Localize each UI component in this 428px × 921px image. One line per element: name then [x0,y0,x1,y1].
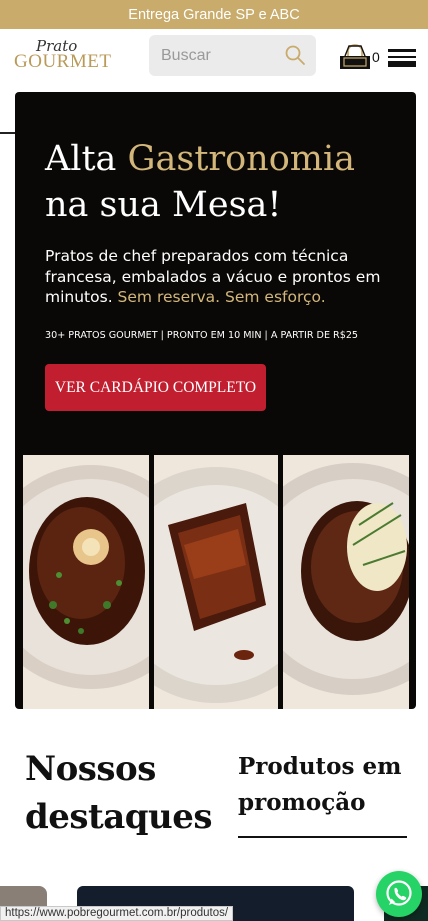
menu-icon[interactable] [388,47,416,69]
announcement-text: Entrega Grande SP e ABC [128,6,300,23]
hero-title-part2: na sua Mesa! [45,185,282,225]
view-menu-button[interactable]: VER CARDÁPIO COMPLETO [45,364,266,411]
hero-title-part1: Alta [45,139,128,179]
search-input[interactable] [149,35,284,76]
promo-tab-underline [238,836,407,838]
dish-photo-ribs [154,455,278,709]
dish-photo-ossobuco [23,455,149,709]
hero-title: Alta Gastronomia na sua Mesa! [45,136,405,228]
whatsapp-icon [386,880,412,906]
announcement-bar: Entrega Grande SP e ABC [0,0,428,29]
logo-word: GOURMET [14,51,112,72]
divider [0,132,16,134]
logo[interactable]: Prato GOURMET [14,37,112,73]
cart-icon[interactable] [339,44,371,70]
hero-banner: Alta Gastronomia na sua Mesa! Pratos de … [15,92,416,709]
whatsapp-button[interactable] [376,871,422,917]
hero-subtitle: Pratos de chef preparados com técnica fr… [45,246,390,308]
cart-count: 0 [372,49,380,65]
highlights-title: Nossos destaques [25,749,213,837]
dish-photos [15,455,416,709]
dish-photo-steak [283,455,409,709]
hero-title-highlight: Gastronomia [127,139,356,179]
site-header: Prato GOURMET 0 [0,29,428,85]
search-box [149,35,316,76]
hero-subtitle-highlight: Sem reserva. Sem esforço. [117,288,326,306]
status-url: https://www.pobregourmet.com.br/produtos… [0,906,234,921]
hero-stats: 30+ PRATOS GOURMET | PRONTO EM 10 MIN | … [45,330,359,341]
search-icon[interactable] [284,44,306,66]
promo-tab-title[interactable]: Produtos em promoção [238,749,410,821]
